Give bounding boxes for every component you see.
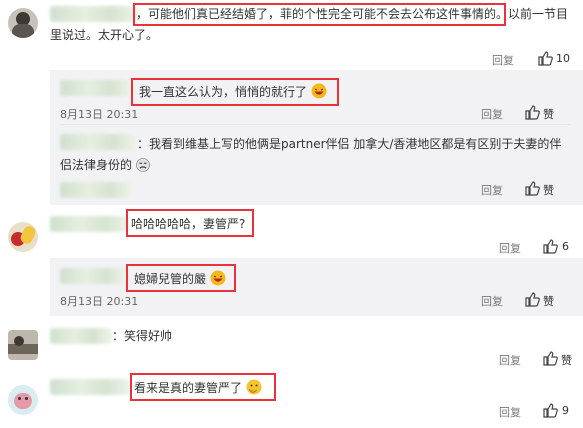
username-blurred[interactable] [60,80,132,96]
blurred-area [60,182,132,198]
reply-date: 8月13日 20:31 [60,108,139,121]
comment-text: ：笑得好帅 [112,329,173,343]
highlight-box [126,209,254,237]
username-blurred[interactable] [50,6,138,22]
like-count: 6 [562,240,569,253]
username-blurred[interactable] [60,268,126,284]
reply-button[interactable]: 回复 [481,182,503,198]
comment-text-line2: 里说过。太开心了。 [50,28,159,42]
highlight-box [131,78,339,106]
avatar[interactable] [8,385,38,415]
like-label[interactable]: 赞 [543,293,554,309]
reply-button[interactable]: 回复 [499,352,521,368]
reply-date: 8月13日 20:31 [60,295,139,308]
reply-text-line1: ：我看到维基上写的他俩是partner伴侣 加拿大/香港地区都是有区别于夫妻的伴 [137,137,562,151]
username-blurred[interactable] [50,216,128,232]
like-label[interactable]: 赞 [543,182,554,198]
like-count: 9 [562,404,569,417]
reply-button[interactable]: 回复 [492,52,514,68]
like-label[interactable]: 赞 [543,106,554,122]
reply-button[interactable]: 回复 [481,293,503,309]
avatar[interactable] [8,8,38,38]
highlight-box [133,3,506,26]
thumbs-up-icon[interactable] [524,180,540,196]
avatar[interactable] [8,330,38,360]
thumbs-up-icon[interactable] [537,50,553,66]
thumbs-up-icon[interactable] [542,402,558,418]
username-blurred[interactable] [60,134,136,150]
username-blurred[interactable] [50,328,112,344]
like-label[interactable]: 赞 [561,352,572,368]
thumbs-up-icon[interactable] [524,291,540,307]
reply-text-line2: 侣法律身份的 [60,157,150,173]
username-blurred[interactable] [50,379,130,395]
reply-button[interactable]: 回复 [481,106,503,122]
thumbs-up-icon[interactable] [542,350,558,366]
highlight-box [126,264,236,292]
thumbs-up-icon[interactable] [542,238,558,254]
thumbs-up-icon[interactable] [524,104,540,120]
divider [60,124,570,125]
reply-button[interactable]: 回复 [499,240,521,256]
avatar[interactable] [8,222,38,252]
sad-face-emoji [135,158,150,172]
reply-button[interactable]: 回复 [499,404,521,420]
like-count: 10 [556,52,570,65]
highlight-box [130,373,276,401]
